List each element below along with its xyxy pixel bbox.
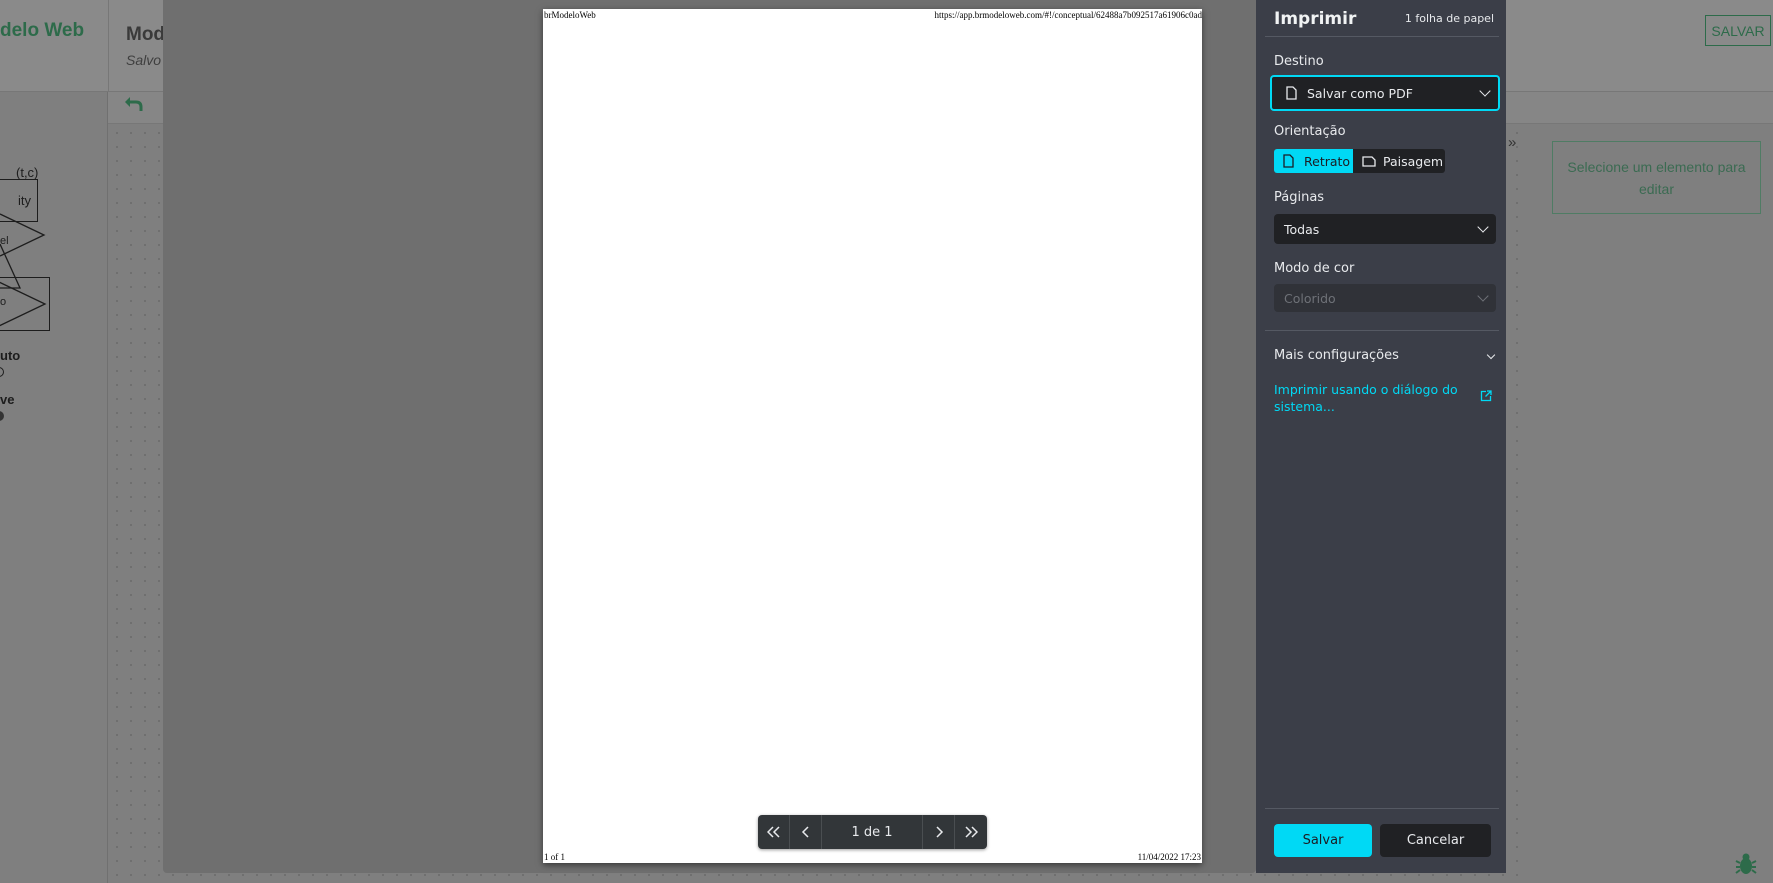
app-save-button[interactable]: SALVAR	[1705, 15, 1771, 46]
page-navigator: 1 de 1	[758, 815, 987, 849]
pages-label: Páginas	[1274, 190, 1325, 205]
title-divider	[1265, 36, 1499, 37]
page-indicator: 1 de 1	[822, 815, 923, 849]
shape-palette: ity (t,c) el o uto ve	[0, 92, 108, 883]
palette-attribute-label: uto	[0, 348, 21, 363]
page-header-title: brModeloWeb	[544, 10, 596, 20]
orientation-portrait-button[interactable]: Retrato	[1274, 149, 1353, 173]
save-status: Salvo	[126, 52, 162, 68]
color-mode-select: Colorido	[1274, 284, 1496, 312]
header-divider	[108, 0, 109, 92]
first-page-button[interactable]	[758, 815, 790, 849]
pages-value: Todas	[1284, 221, 1320, 237]
orientation-portrait-label: Retrato	[1304, 153, 1351, 169]
properties-hint: Selecione um elemento para editar	[1552, 141, 1761, 214]
orientation-landscape-button[interactable]: Paisagem	[1353, 149, 1445, 173]
app-logo: delo Web	[0, 20, 85, 41]
properties-panel	[1530, 126, 1773, 883]
pages-select[interactable]: Todas	[1274, 214, 1496, 244]
palette-attribute[interactable]	[0, 367, 4, 377]
undo-icon[interactable]	[122, 92, 144, 114]
destination-value: Salvar como PDF	[1307, 85, 1413, 101]
palette-associative-label: o	[0, 296, 7, 308]
landscape-icon	[1362, 155, 1376, 167]
palette-associative[interactable]: o	[0, 277, 50, 331]
page-footer-count: 1 of 1	[544, 852, 565, 862]
page-footer-date: 11/04/2022 17:23	[1137, 852, 1201, 862]
palette-entity-label: ity	[18, 193, 31, 208]
previous-page-button[interactable]	[790, 815, 822, 849]
footer-divider	[1265, 808, 1499, 809]
palette-key-attribute[interactable]	[0, 411, 4, 421]
color-mode-value: Colorido	[1284, 290, 1336, 306]
palette-key-label: ve	[0, 392, 15, 407]
chevron-down-icon	[1479, 85, 1491, 97]
bug-report-icon[interactable]	[1733, 851, 1759, 877]
orientation-landscape-label: Paisagem	[1383, 153, 1444, 169]
chevron-down-icon	[1477, 221, 1489, 233]
portrait-icon	[1283, 154, 1294, 168]
orientation-label: Orientação	[1274, 124, 1346, 139]
chevron-down-icon	[1477, 290, 1489, 302]
palette-relationship-label: el	[0, 235, 9, 247]
destination-select[interactable]: Salvar como PDF	[1270, 75, 1500, 111]
chevron-right-icon	[935, 826, 943, 838]
chevron-left-icon	[801, 826, 809, 838]
more-settings-toggle[interactable]: Mais configurações	[1274, 348, 1498, 366]
cancel-button[interactable]: Cancelar	[1380, 824, 1491, 857]
print-preview-area: brModeloWeb https://app.brmodeloweb.com/…	[163, 0, 1256, 873]
model-title: Mod	[126, 24, 166, 45]
destination-label: Destino	[1274, 54, 1324, 69]
sheet-count: 1 folha de papel	[1404, 12, 1494, 25]
page-header-url: https://app.brmodeloweb.com/#!/conceptua…	[934, 10, 1202, 20]
chevron-down-icon	[1486, 350, 1496, 360]
double-chevron-left-icon	[766, 826, 780, 838]
print-title: Imprimir	[1274, 9, 1357, 29]
more-settings-label: Mais configurações	[1274, 348, 1399, 363]
preview-page: brModeloWeb https://app.brmodeloweb.com/…	[543, 9, 1202, 863]
color-mode-label: Modo de cor	[1274, 261, 1355, 276]
external-link-icon[interactable]	[1480, 390, 1492, 402]
last-page-button[interactable]	[955, 815, 987, 849]
double-chevron-right-icon	[965, 826, 978, 838]
print-settings-panel: Imprimir 1 folha de papel Destino Salvar…	[1256, 0, 1506, 873]
palette-triangle-label: (t,c)	[16, 165, 39, 180]
file-icon	[1286, 86, 1297, 100]
settings-divider	[1265, 330, 1499, 331]
system-dialog-link[interactable]: Imprimir usando o diálogo do sistema...	[1274, 381, 1464, 415]
next-page-button[interactable]	[923, 815, 955, 849]
save-button[interactable]: Salvar	[1274, 824, 1372, 857]
collapse-panel-icon[interactable]: »	[1508, 134, 1516, 151]
